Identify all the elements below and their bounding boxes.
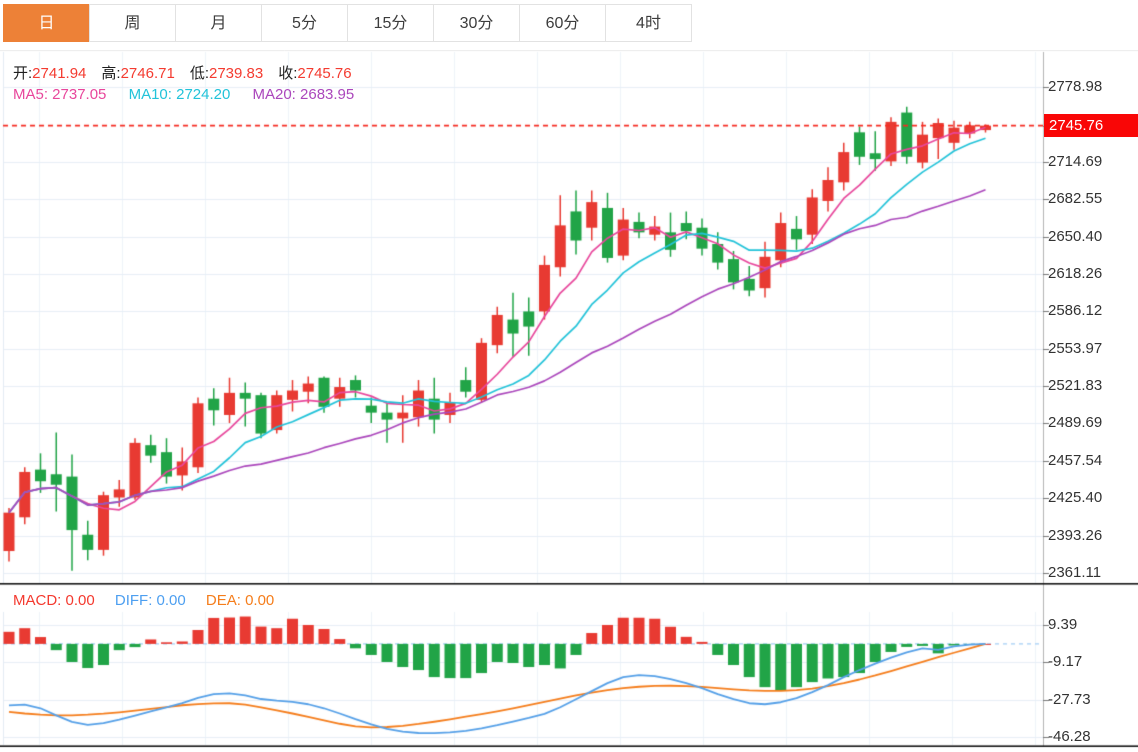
price-tick-label: 2361.11 bbox=[1048, 564, 1136, 582]
candlestick-chart-canvas[interactable] bbox=[0, 0, 1138, 752]
open-value: 2741.94 bbox=[32, 65, 86, 82]
macd-tick-label: -27.73 bbox=[1048, 691, 1136, 709]
macd-tick-label: -46.28 bbox=[1048, 728, 1136, 746]
close-label: 收: bbox=[278, 65, 297, 82]
price-tick-label: 2714.69 bbox=[1048, 153, 1136, 171]
tab-周[interactable]: 周 bbox=[89, 4, 176, 42]
price-tick-label: 2457.54 bbox=[1048, 452, 1136, 470]
macd-value-legend: MACD: 0.00 bbox=[13, 592, 95, 609]
timeframe-tabs: 日周月5分15分30分60分4时 bbox=[0, 0, 1138, 50]
price-tick-label: 2586.12 bbox=[1048, 302, 1136, 320]
ohlc-row: 开:2741.94 高:2746.71 低:2739.83 收:2745.76 bbox=[13, 62, 367, 83]
price-tick-label: 2553.97 bbox=[1048, 340, 1136, 358]
ma-legend-row: MA5: 2737.05 MA10: 2724.20 MA20: 2683.95 bbox=[13, 86, 372, 103]
high-label: 高: bbox=[101, 65, 120, 82]
tab-5分[interactable]: 5分 bbox=[261, 4, 348, 42]
macd-legend-row: MACD: 0.00 DIFF: 0.00 DEA: 0.00 bbox=[13, 592, 290, 609]
price-tick-label: 2778.98 bbox=[1048, 78, 1136, 96]
ma5-legend: MA5: 2737.05 bbox=[13, 86, 106, 103]
last-price-marker: 2745.76 bbox=[1044, 114, 1138, 137]
dea-value-legend: DEA: 0.00 bbox=[206, 592, 274, 609]
tab-60分[interactable]: 60分 bbox=[519, 4, 606, 42]
low-value: 2739.83 bbox=[209, 65, 263, 82]
low-label: 低: bbox=[190, 65, 209, 82]
tab-日[interactable]: 日 bbox=[3, 4, 90, 42]
price-tick-label: 2425.40 bbox=[1048, 489, 1136, 507]
open-label: 开: bbox=[13, 65, 32, 82]
ma20-legend: MA20: 2683.95 bbox=[253, 86, 355, 103]
price-tick-label: 2682.55 bbox=[1048, 190, 1136, 208]
macd-tick-label: 9.39 bbox=[1048, 616, 1136, 634]
tab-4时[interactable]: 4时 bbox=[605, 4, 692, 42]
price-tick-label: 2393.26 bbox=[1048, 527, 1136, 545]
price-tick-label: 2521.83 bbox=[1048, 377, 1136, 395]
tab-30分[interactable]: 30分 bbox=[433, 4, 520, 42]
diff-value-legend: DIFF: 0.00 bbox=[115, 592, 186, 609]
tab-15分[interactable]: 15分 bbox=[347, 4, 434, 42]
ma10-legend: MA10: 2724.20 bbox=[129, 86, 231, 103]
tab-月[interactable]: 月 bbox=[175, 4, 262, 42]
close-value: 2745.76 bbox=[297, 65, 351, 82]
price-tick-label: 2489.69 bbox=[1048, 414, 1136, 432]
high-value: 2746.71 bbox=[121, 65, 175, 82]
macd-tick-label: -9.17 bbox=[1048, 653, 1136, 671]
price-tick-label: 2650.40 bbox=[1048, 228, 1136, 246]
price-tick-label: 2618.26 bbox=[1048, 265, 1136, 283]
